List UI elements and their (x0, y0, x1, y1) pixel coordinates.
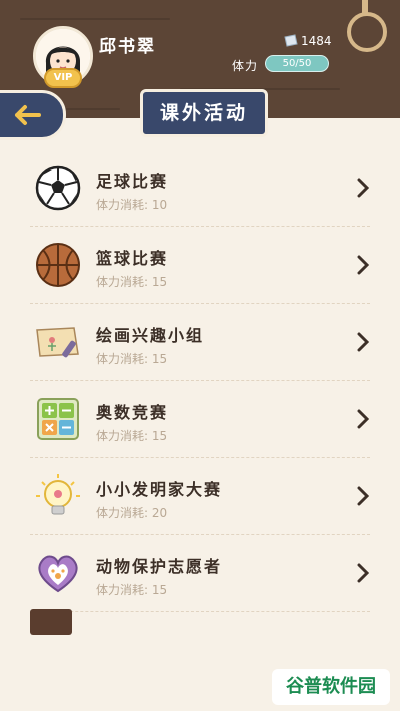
activity-cost: 体力消耗: 20 (96, 506, 168, 520)
lightbulb-icon (36, 474, 80, 515)
watermark: 谷普软件园 (272, 669, 390, 705)
chevron-right-icon (357, 486, 370, 506)
activity-item-basketball[interactable]: 篮球比赛 体力消耗: 15 (30, 227, 370, 304)
activity-name: 篮球比赛 (96, 249, 169, 268)
activity-cost: 体力消耗: 15 (96, 583, 168, 597)
page-title: 课外活动 (140, 89, 268, 137)
painting-icon (36, 327, 79, 358)
activity-item-animal-volunteer[interactable]: 动物保护志愿者 体力消耗: 15 (30, 535, 370, 612)
chevron-right-icon (357, 255, 370, 275)
chevron-right-icon (357, 178, 370, 198)
username: 邱书翠 (99, 37, 156, 57)
wood-grain (20, 18, 170, 20)
activity-cost: 体力消耗: 15 (96, 352, 168, 366)
activity-cost: 体力消耗: 15 (96, 429, 168, 443)
activity-name: 足球比赛 (96, 172, 169, 191)
chevron-right-icon (357, 409, 370, 429)
chevron-right-icon (357, 332, 370, 352)
paw-heart-icon (38, 555, 78, 593)
activity-name: 绘画兴趣小组 (96, 326, 205, 345)
basketball-icon (36, 243, 80, 287)
activity-cost: 体力消耗: 15 (96, 275, 168, 289)
activity-item-soccer[interactable]: 足球比赛 体力消耗: 10 (30, 150, 370, 227)
ticket-icon (284, 34, 298, 47)
stamina-bar: 50/50 (265, 55, 329, 72)
activity-item-math[interactable]: 奥数竞赛 体力消耗: 15 (30, 381, 370, 458)
pull-ring-icon[interactable] (347, 12, 387, 52)
activity-item-inventor[interactable]: 小小发明家大赛 体力消耗: 20 (30, 458, 370, 535)
back-button[interactable] (0, 90, 66, 140)
activity-cost: 体力消耗: 10 (96, 198, 168, 212)
activity-list: 足球比赛 体力消耗: 10 篮球比赛 体力消耗: 15 绘画兴趣小组 体力消耗:… (30, 150, 370, 612)
currency-count: 1484 (301, 34, 332, 48)
math-operators-icon (37, 398, 79, 440)
stamina-label: 体力 (232, 59, 259, 73)
vip-badge: VIP (44, 68, 82, 88)
activity-name: 奥数竞赛 (96, 403, 169, 422)
activity-name: 动物保护志愿者 (96, 557, 223, 576)
partial-activity-icon (30, 609, 72, 635)
chevron-right-icon (357, 563, 370, 583)
back-arrow-icon (15, 105, 41, 125)
soccer-ball-icon (35, 165, 81, 211)
activity-name: 小小发明家大赛 (96, 480, 223, 499)
activity-item-painting[interactable]: 绘画兴趣小组 体力消耗: 15 (30, 304, 370, 381)
